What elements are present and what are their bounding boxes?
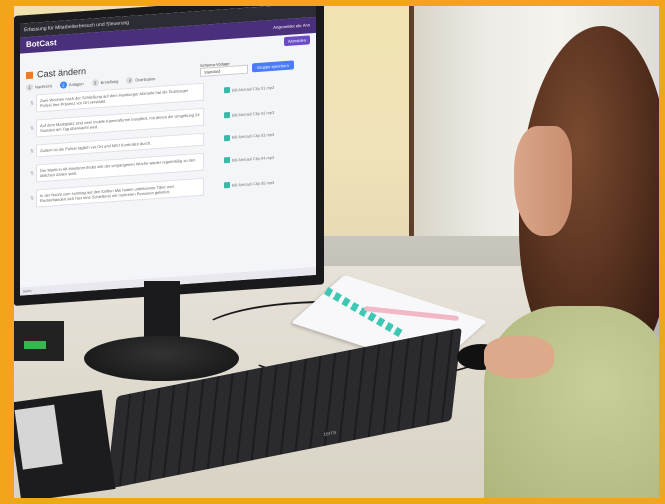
taskbar-search[interactable]: Suche bbox=[23, 289, 32, 294]
step-label: Erstellung bbox=[100, 78, 119, 85]
step-label: Nachricht bbox=[35, 83, 52, 90]
screen: Erfassung für Mitarbeiterbesuch und Steu… bbox=[20, 6, 316, 296]
monitor: Erfassung für Mitarbeiterbesuch und Steu… bbox=[14, 6, 324, 306]
reorder-icon[interactable]: ⇅ bbox=[28, 170, 36, 177]
person-hand bbox=[484, 336, 554, 378]
back-icon[interactable] bbox=[26, 71, 33, 79]
voice-file[interactable]: Bill Ahmadi Clip 03.mp3 bbox=[224, 131, 274, 141]
message-text[interactable]: Auf dem Marktplatz sind zwei mobile Kame… bbox=[36, 107, 204, 138]
reorder-icon[interactable]: ⇅ bbox=[28, 195, 36, 202]
step-number: 2 bbox=[59, 81, 67, 89]
voice-file[interactable]: Bill Ahmadi Clip 02.mp3 bbox=[224, 109, 274, 119]
voice-label: Bill Ahmadi Clip 05.mp3 bbox=[232, 179, 275, 188]
step-1[interactable]: 1 Nachricht bbox=[26, 82, 52, 92]
person-face bbox=[514, 126, 572, 236]
voice-label: Bill Ahmadi Clip 04.mp3 bbox=[232, 154, 275, 163]
play-icon[interactable] bbox=[224, 86, 230, 94]
voice-label: Bill Ahmadi Clip 01.mp3 bbox=[232, 84, 275, 93]
step-label: Anlagen bbox=[68, 81, 84, 88]
app-title: BotCast bbox=[26, 38, 57, 50]
step-label: Distribution bbox=[135, 76, 156, 83]
device-box bbox=[14, 321, 64, 361]
reorder-icon[interactable]: ⇅ bbox=[28, 100, 36, 107]
message-text[interactable]: Der Markt in Alt-Hamborn findet seit der… bbox=[36, 152, 204, 183]
play-icon[interactable] bbox=[224, 111, 230, 119]
play-icon[interactable] bbox=[224, 181, 230, 189]
step-3[interactable]: 3 Erstellung bbox=[91, 78, 119, 87]
logout-button[interactable]: Abmelden bbox=[283, 35, 310, 47]
voice-label: Bill Ahmadi Clip 02.mp3 bbox=[232, 109, 275, 118]
person-body bbox=[484, 306, 659, 498]
reorder-icon[interactable]: ⇅ bbox=[28, 125, 36, 132]
step-4[interactable]: 4 Distribution bbox=[126, 75, 156, 85]
step-number: 1 bbox=[26, 83, 33, 92]
voice-label: Bill Ahmadi Clip 03.mp3 bbox=[232, 131, 275, 140]
photo: Erfassung für Mitarbeiterbesuch und Steu… bbox=[14, 6, 659, 498]
voice-file[interactable]: Bill Ahmadi Clip 01.mp3 bbox=[224, 84, 274, 94]
message-text[interactable]: In der Nacht vom sonntag auf den fünften… bbox=[36, 177, 204, 208]
voice-file[interactable]: Bill Ahmadi Clip 04.mp3 bbox=[224, 154, 274, 164]
user-label: Angemeldet als: Ann bbox=[273, 22, 310, 30]
message-list: ⇅ Zwei Wochen nach der Schließung auf de… bbox=[28, 75, 316, 215]
desk-phone bbox=[14, 389, 116, 498]
step-number: 3 bbox=[91, 79, 99, 87]
voice-file[interactable]: Bill Ahmadi Clip 05.mp3 bbox=[224, 179, 274, 189]
phone-display bbox=[14, 404, 63, 470]
green-label bbox=[24, 341, 46, 349]
page-title: Cast ändern bbox=[37, 65, 87, 80]
play-icon[interactable] bbox=[224, 134, 230, 141]
step-2[interactable]: 2 Anlagen bbox=[59, 80, 84, 89]
play-icon[interactable] bbox=[224, 156, 230, 164]
reorder-icon[interactable]: ⇅ bbox=[28, 148, 36, 155]
step-number: 4 bbox=[126, 76, 134, 85]
